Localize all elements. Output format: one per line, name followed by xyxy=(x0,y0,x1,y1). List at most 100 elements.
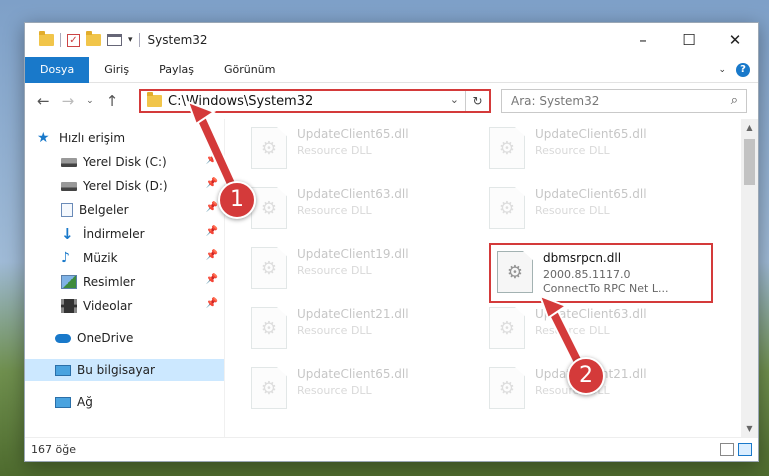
videos-icon xyxy=(61,299,77,313)
forward-arrow-icon[interactable]: → xyxy=(62,92,75,110)
file-description: Resource DLL xyxy=(297,324,372,337)
vertical-scrollbar[interactable]: ▲ ▼ xyxy=(741,119,758,437)
view-options-icon[interactable] xyxy=(107,34,122,46)
sidebar-item-label: Hızlı erişim xyxy=(59,131,126,145)
sidebar-item-downloads[interactable]: ↓ İndirmeler 📌 xyxy=(25,223,224,245)
file-description: Resource DLL xyxy=(297,144,372,157)
pin-icon[interactable]: 📌 xyxy=(206,202,218,213)
file-item[interactable]: ⚙ UpdateClient21.dll Resource DLL xyxy=(251,305,471,359)
recent-locations-icon[interactable]: ⌄ xyxy=(86,96,94,106)
scroll-up-icon[interactable]: ▲ xyxy=(741,119,758,136)
pin-icon[interactable]: 📌 xyxy=(206,178,218,189)
file-item-dbmsrpcn[interactable]: ⚙ dbmsrpcn.dll 2000.85.1117.0 ConnectTo … xyxy=(489,243,713,303)
music-icon: ♪ xyxy=(61,250,70,266)
dll-file-icon: ⚙ xyxy=(489,367,525,409)
dll-file-icon: ⚙ xyxy=(251,307,287,349)
up-arrow-icon[interactable]: ↑ xyxy=(106,92,119,110)
dll-file-icon: ⚙ xyxy=(251,187,287,229)
sidebar-item-label: Bu bilgisayar xyxy=(77,363,155,377)
pin-icon[interactable]: 📌 xyxy=(206,154,218,165)
tab-share[interactable]: Paylaş xyxy=(144,57,209,83)
help-icon[interactable]: ? xyxy=(736,63,750,77)
file-item[interactable]: ⚙ UpdateClient65.dll Resource DLL xyxy=(489,185,709,239)
sidebar-item-onedrive[interactable]: OneDrive xyxy=(25,327,224,349)
expand-ribbon-icon[interactable]: ⌄ xyxy=(718,65,726,75)
computer-icon xyxy=(55,364,71,376)
search-input[interactable]: Ara: System32 xyxy=(511,94,599,108)
search-icon[interactable]: ⌕ xyxy=(731,93,738,108)
file-item[interactable]: ⚙ UpdateClient65.dll Resource DLL xyxy=(251,125,471,179)
pin-icon[interactable]: 📌 xyxy=(206,298,218,309)
file-name: UpdateClient19.dll xyxy=(297,247,409,261)
dll-file-icon: ⚙ xyxy=(497,251,533,293)
file-item[interactable]: ⚙ UpdateClient65.dll Resource DLL xyxy=(489,125,709,179)
window-controls: – ☐ ✕ xyxy=(620,23,758,57)
file-name: UpdateClient65.dll xyxy=(535,187,647,201)
chevron-down-icon[interactable]: ⌄ xyxy=(450,93,459,106)
refresh-icon[interactable]: ↻ xyxy=(465,91,489,111)
maximize-button[interactable]: ☐ xyxy=(666,23,712,57)
sidebar-item-label: Yerel Disk (C:) xyxy=(83,155,167,169)
address-bar[interactable]: C:\Windows\System32 ⌄ ↻ xyxy=(139,89,491,113)
new-folder-icon[interactable] xyxy=(86,31,101,46)
scroll-down-icon[interactable]: ▼ xyxy=(741,420,758,437)
navigation-pane: ★ Hızlı erişim Yerel Disk (C:) 📌 Yerel D… xyxy=(25,119,225,437)
ribbon-tabs: Dosya Giriş Paylaş Görünüm ⌄ ? xyxy=(25,56,758,83)
scrollbar-thumb[interactable] xyxy=(744,139,755,185)
dll-file-icon: ⚙ xyxy=(251,367,287,409)
tab-view[interactable]: Görünüm xyxy=(209,57,290,83)
tab-home[interactable]: Giriş xyxy=(89,57,144,83)
dll-file-icon: ⚙ xyxy=(251,247,287,289)
sidebar-item-quick-access[interactable]: ★ Hızlı erişim xyxy=(25,127,224,149)
ribbon-right-controls: ⌄ ? xyxy=(718,63,750,77)
dll-file-icon: ⚙ xyxy=(489,127,525,169)
minimize-button[interactable]: – xyxy=(620,23,666,57)
search-box[interactable]: Ara: System32 ⌕ xyxy=(501,89,747,113)
pin-icon[interactable]: 📌 xyxy=(206,250,218,261)
properties-check-icon[interactable]: ✓ xyxy=(67,33,80,47)
file-description: Resource DLL xyxy=(297,264,372,277)
tiles-view-icon[interactable] xyxy=(738,443,752,456)
quick-access-toolbar: ✓ ▾ xyxy=(39,31,140,47)
sidebar-item-local-disk-d[interactable]: Yerel Disk (D:) 📌 xyxy=(25,175,224,197)
sidebar-item-label: Belgeler xyxy=(79,203,129,217)
file-version: 2000.85.1117.0 xyxy=(543,268,631,281)
sidebar-item-label: Ağ xyxy=(77,395,93,409)
tab-file[interactable]: Dosya xyxy=(25,56,90,83)
navigation-row: ← → ⌄ ↑ C:\Windows\System32 ⌄ ↻ Ara: Sys… xyxy=(25,83,758,119)
file-name: UpdateClient65.dll xyxy=(297,367,409,381)
file-name: dbmsrpcn.dll xyxy=(543,251,622,265)
file-item[interactable]: ⚙ UpdateClient19.dll Resource DLL xyxy=(251,245,471,299)
file-item[interactable]: ⚙ UpdateClient63.dll Resource DLL xyxy=(489,305,709,359)
back-arrow-icon[interactable]: ← xyxy=(37,92,50,110)
sidebar-item-label: Resimler xyxy=(83,275,136,289)
dll-file-icon: ⚙ xyxy=(251,127,287,169)
file-list: ⚙ UpdateClient65.dll Resource DLL ⚙ Updat… xyxy=(225,119,741,437)
star-icon: ★ xyxy=(37,130,50,146)
file-description: ConnectTo RPC Net L... xyxy=(543,282,669,295)
network-icon xyxy=(55,396,71,408)
sidebar-item-network[interactable]: Ağ xyxy=(25,391,224,413)
sidebar-item-this-pc[interactable]: Bu bilgisayar xyxy=(25,359,224,381)
file-name: UpdateClient21.dll xyxy=(297,307,409,321)
pictures-icon xyxy=(61,275,77,289)
file-description: Resource DLL xyxy=(297,204,372,217)
close-button[interactable]: ✕ xyxy=(712,23,758,57)
file-item[interactable]: ⚙ UpdateClient65.dll Resource DLL xyxy=(251,365,471,419)
sidebar-item-music[interactable]: ♪ Müzik 📌 xyxy=(25,247,224,269)
pin-icon[interactable]: 📌 xyxy=(206,226,218,237)
file-name: UpdateClient63.dll xyxy=(535,307,647,321)
file-name: UpdateClient63.dll xyxy=(297,187,409,201)
file-item[interactable]: ⚙ UpdateClient63.dll Resource DLL xyxy=(251,185,471,239)
drive-icon xyxy=(61,181,77,191)
sidebar-item-videos[interactable]: Videolar 📌 xyxy=(25,295,224,317)
sidebar-item-documents[interactable]: Belgeler 📌 xyxy=(25,199,224,221)
pin-icon[interactable]: 📌 xyxy=(206,274,218,285)
address-path[interactable]: C:\Windows\System32 xyxy=(168,94,313,109)
sidebar-item-pictures[interactable]: Resimler 📌 xyxy=(25,271,224,293)
sidebar-item-label: OneDrive xyxy=(77,331,134,345)
details-view-icon[interactable] xyxy=(720,443,734,456)
sidebar-item-local-disk-c[interactable]: Yerel Disk (C:) 📌 xyxy=(25,151,224,173)
customize-toolbar-icon[interactable]: ▾ xyxy=(128,35,133,45)
onedrive-icon xyxy=(55,333,71,343)
